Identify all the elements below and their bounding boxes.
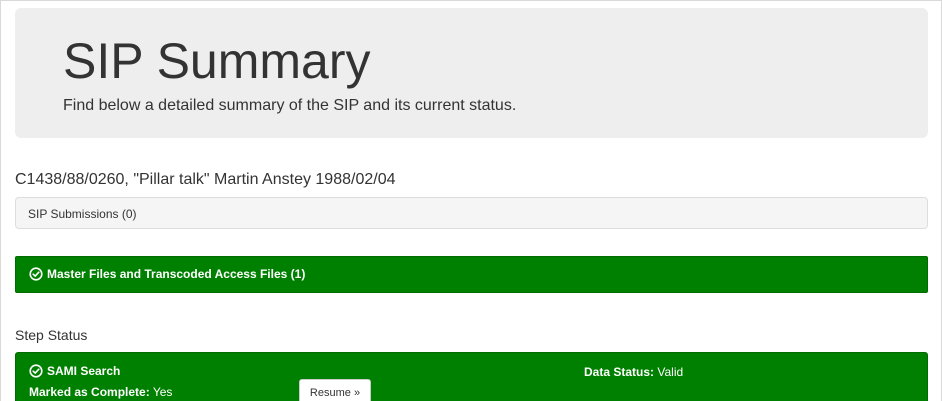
- step-complete-value: Yes: [152, 385, 173, 399]
- step-name: SAMI Search: [47, 364, 121, 378]
- resume-button[interactable]: Resume »: [299, 379, 371, 401]
- check-circle-icon: [29, 267, 43, 281]
- page-subtitle: Find below a detailed summary of the SIP…: [63, 97, 517, 114]
- master-files-label: Master Files and Transcoded Access Files…: [47, 267, 306, 281]
- step-data-status: Data Status: Valid: [584, 365, 683, 379]
- step-data-status-value: Valid: [657, 365, 684, 379]
- sip-title: C1438/88/0260, "Pillar talk" Martin Anst…: [15, 171, 396, 188]
- step-panel-sami-search: SAMI Search Marked as Complete: Yes Data…: [15, 352, 928, 401]
- step-data-status-label: Data Status:: [584, 365, 655, 379]
- step-status-heading: Step Status: [15, 327, 88, 343]
- page-title: SIP Summary: [63, 33, 371, 89]
- sip-submissions-label: SIP Submissions (0): [28, 207, 137, 221]
- check-circle-icon: [29, 364, 43, 378]
- summary-header: SIP Summary Find below a detailed summar…: [15, 8, 928, 138]
- step-complete-status: Marked as Complete: Yes: [29, 385, 172, 399]
- step-complete-label: Marked as Complete:: [29, 385, 150, 399]
- sip-submissions-panel[interactable]: SIP Submissions (0): [15, 197, 928, 229]
- master-files-panel[interactable]: Master Files and Transcoded Access Files…: [15, 256, 928, 293]
